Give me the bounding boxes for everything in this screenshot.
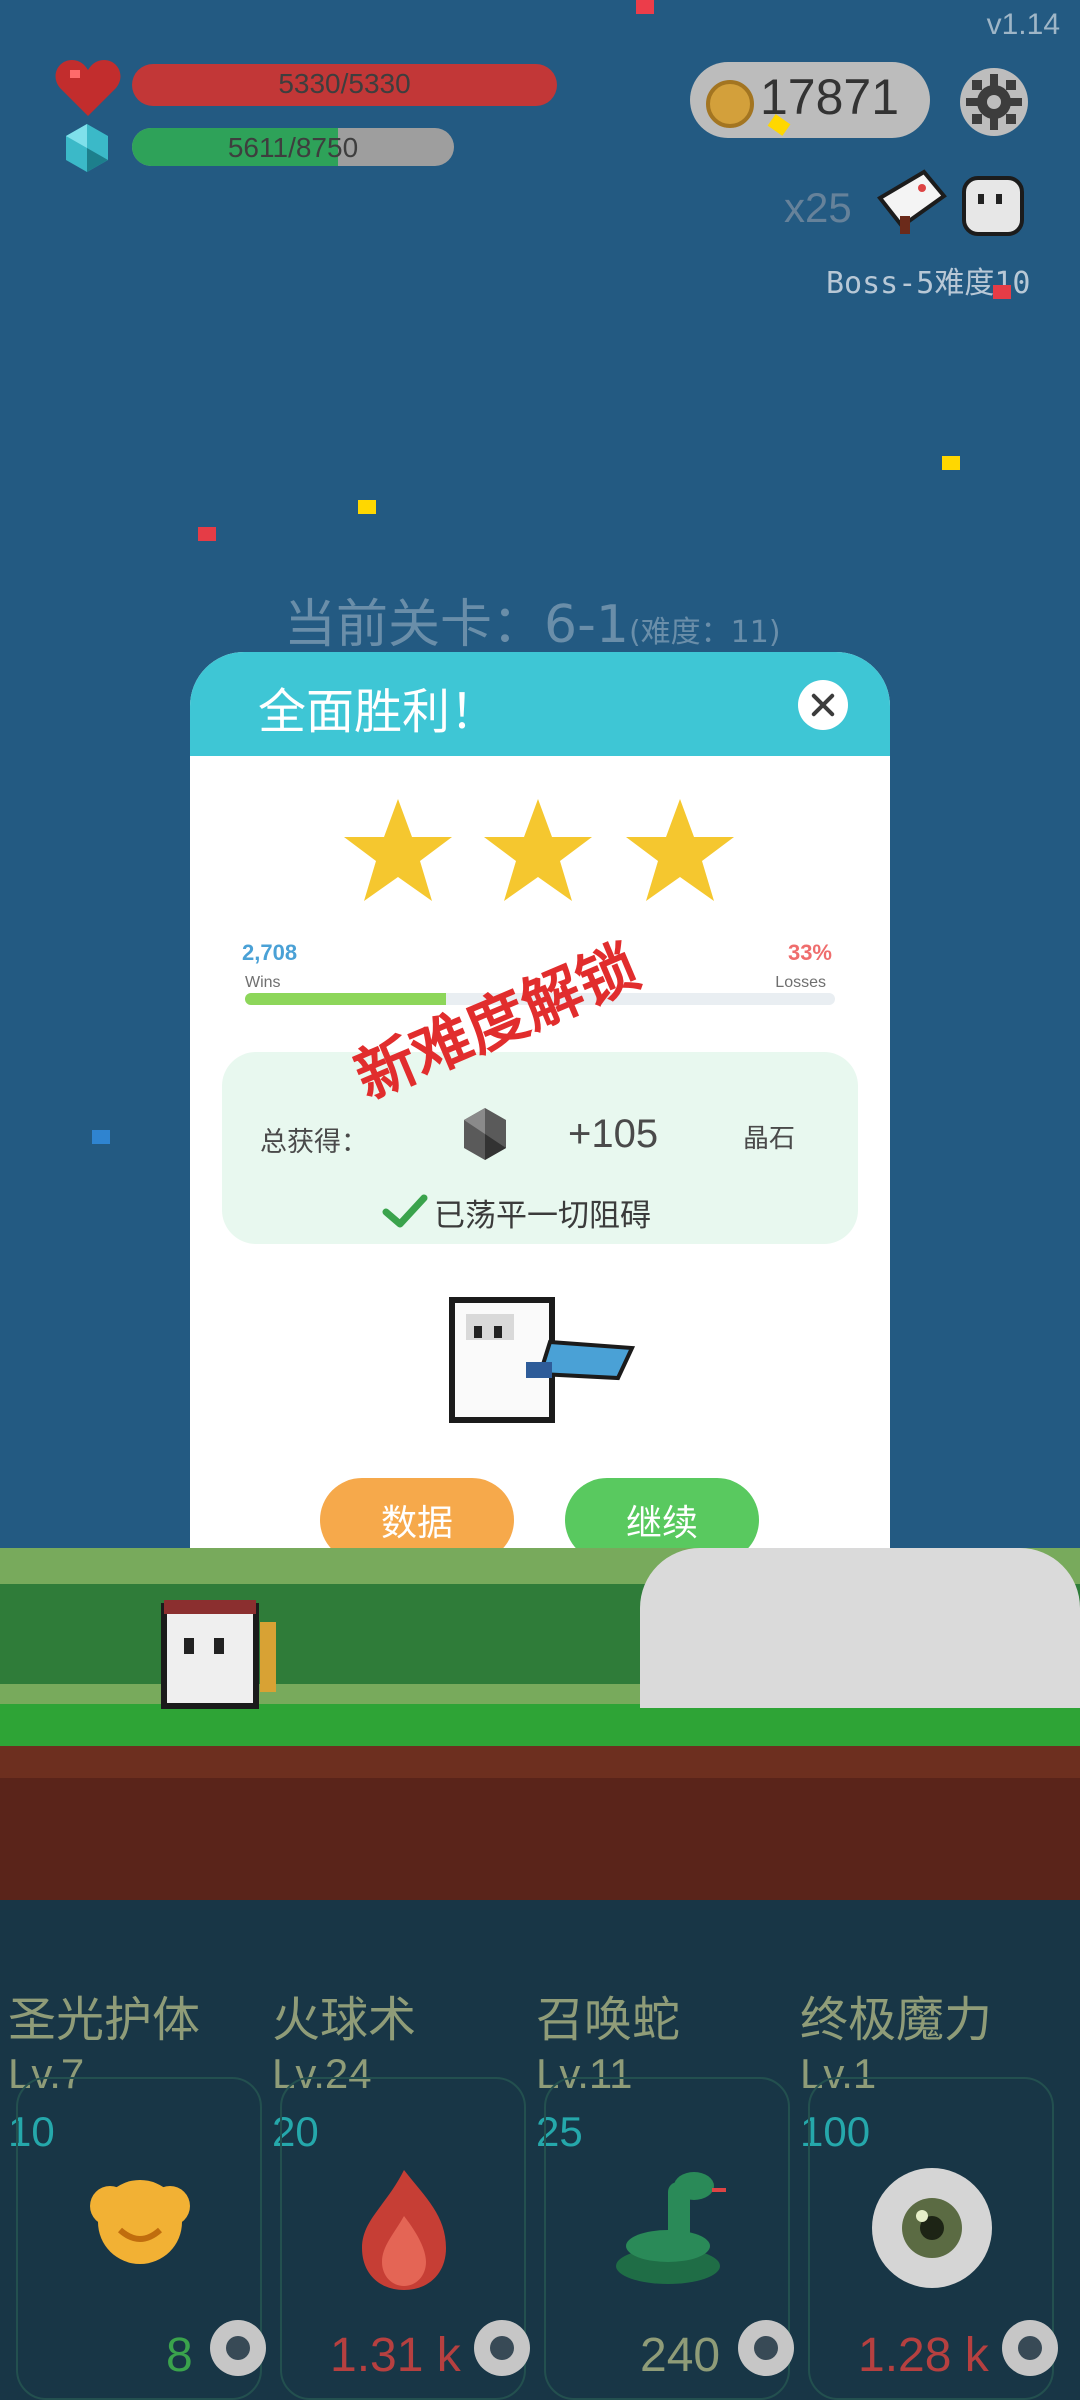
skill-2-name: 火球术 bbox=[272, 1992, 417, 2048]
confetti-piece bbox=[198, 527, 216, 541]
star-icon bbox=[484, 799, 592, 901]
check-icon bbox=[382, 1194, 428, 1228]
wins-label: Wins bbox=[245, 974, 281, 991]
reward-panel: 总获得： +105 晶石 已荡平一切阻碍 bbox=[222, 1052, 858, 1244]
holy-shield-icon bbox=[90, 2180, 190, 2264]
coin-icon bbox=[706, 80, 754, 128]
skill-4-count: 1.28 k bbox=[858, 2329, 989, 2382]
knight-character-icon bbox=[449, 1297, 636, 1423]
mp-bar: 5611/8750 bbox=[132, 128, 454, 166]
gear-icon[interactable] bbox=[208, 2318, 268, 2378]
player-character-icon bbox=[161, 1600, 276, 1709]
star-icon bbox=[344, 799, 452, 901]
skill-1-count: 8 bbox=[166, 2329, 193, 2382]
coin-counter: 17871 bbox=[690, 62, 930, 138]
skill-1-name: 圣光护体 bbox=[8, 1992, 201, 2048]
close-icon[interactable] bbox=[798, 680, 848, 730]
skill-3-count: 240 bbox=[640, 2329, 721, 2382]
fireball-icon bbox=[362, 2170, 446, 2290]
losses-value: 33% bbox=[787, 940, 832, 965]
magic-eye-icon bbox=[872, 2168, 992, 2288]
reward-unit: 晶石 bbox=[743, 1124, 796, 1154]
gem-icon bbox=[66, 124, 108, 172]
confetti-piece bbox=[636, 0, 654, 14]
reward-value: +105 bbox=[568, 1112, 659, 1156]
gear-icon[interactable] bbox=[736, 2318, 796, 2378]
confetti-piece bbox=[358, 500, 376, 514]
stars-rating bbox=[344, 799, 734, 901]
modal-title: 全面胜利！ bbox=[258, 684, 499, 740]
wins-value: 2,708 bbox=[242, 940, 298, 965]
current-stage-label: 当前关卡：6-1(难度：11) bbox=[284, 595, 781, 655]
confetti-piece bbox=[92, 1130, 110, 1144]
cleaver-icon bbox=[877, 169, 947, 234]
gear-icon[interactable] bbox=[472, 2318, 532, 2378]
confetti-piece bbox=[942, 456, 960, 470]
gear-icon[interactable] bbox=[1000, 2318, 1060, 2378]
gem-icon bbox=[464, 1108, 506, 1160]
version-label: v1.14 bbox=[986, 8, 1060, 41]
reward-total-label: 总获得： bbox=[260, 1127, 368, 1158]
losses-label: Losses bbox=[775, 974, 826, 991]
skill-3-name: 召唤蛇 bbox=[536, 1992, 681, 2048]
gear-icon[interactable] bbox=[958, 66, 1030, 138]
multiplier-label: x25 bbox=[784, 184, 852, 231]
hp-bar: 5330/5330 bbox=[132, 64, 557, 106]
confetti-piece bbox=[993, 285, 1011, 299]
victory-modal: 全面胜利！ 2,708 Wins 33% Losses 总获得： +105 晶石… bbox=[190, 652, 890, 1612]
heart-icon bbox=[55, 60, 121, 116]
snake-icon bbox=[616, 2172, 726, 2284]
skills-panel: 圣光护体 Lv.7 10 火球术 Lv.24 20 召唤蛇 Lv.11 25 终… bbox=[0, 1900, 1080, 2400]
ghost-icon bbox=[962, 176, 1024, 236]
reward-note: 已荡平一切阻碍 bbox=[434, 1198, 651, 1234]
skill-2-count: 1.31 k bbox=[330, 2329, 461, 2382]
modal-header: 全面胜利！ bbox=[190, 652, 890, 756]
skill-4-name: 终极魔力 bbox=[800, 1992, 993, 2048]
star-icon bbox=[626, 799, 734, 901]
